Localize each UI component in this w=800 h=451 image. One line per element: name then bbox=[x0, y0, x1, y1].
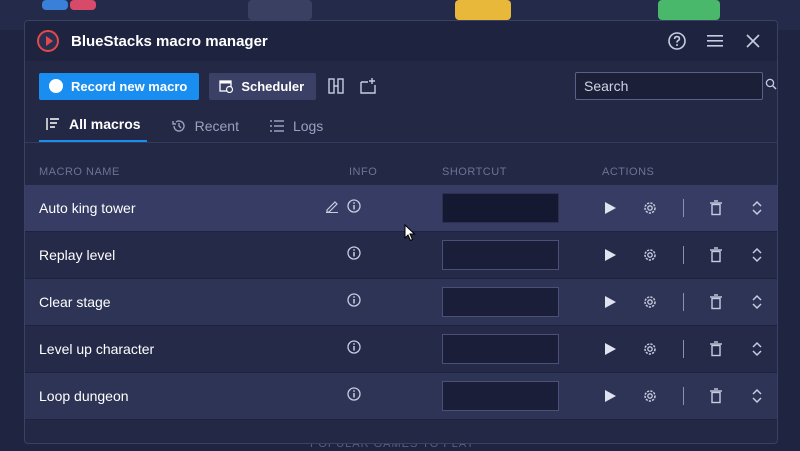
table-row[interactable]: Replay level bbox=[25, 232, 777, 279]
import-macro-icon[interactable] bbox=[324, 74, 348, 98]
gear-icon[interactable] bbox=[640, 245, 660, 265]
calendar-clock-icon bbox=[219, 79, 234, 93]
column-header-info: INFO bbox=[349, 166, 378, 178]
divider bbox=[683, 293, 684, 311]
info-icon[interactable] bbox=[347, 386, 361, 406]
gear-icon[interactable] bbox=[640, 198, 660, 218]
shortcut-input[interactable] bbox=[442, 193, 559, 223]
close-icon[interactable] bbox=[741, 29, 765, 53]
play-icon[interactable] bbox=[600, 292, 620, 312]
divider bbox=[683, 246, 684, 264]
record-new-macro-button[interactable]: Record new macro bbox=[39, 72, 200, 100]
trash-icon[interactable] bbox=[706, 339, 726, 359]
table-row[interactable]: Clear stage bbox=[25, 279, 777, 326]
reorder-chevrons-icon[interactable] bbox=[747, 245, 767, 265]
tab-recent[interactable]: Recent bbox=[165, 118, 245, 142]
search-input[interactable] bbox=[584, 78, 765, 94]
macro-name: Replay level bbox=[39, 247, 116, 263]
column-header-actions: ACTIONS bbox=[602, 166, 655, 178]
info-icon[interactable] bbox=[347, 198, 361, 218]
desktop-app-icon bbox=[70, 0, 96, 10]
scheduler-button[interactable]: Scheduler bbox=[209, 72, 317, 100]
divider bbox=[683, 387, 684, 405]
search-icon[interactable] bbox=[765, 77, 777, 95]
info-icon[interactable] bbox=[347, 245, 361, 265]
tab-label: All macros bbox=[69, 116, 141, 132]
desktop-app-icon bbox=[455, 0, 511, 20]
trash-icon[interactable] bbox=[706, 292, 726, 312]
tab-all-macros[interactable]: All macros bbox=[39, 116, 147, 142]
macro-list: Auto king tower Replay level Clear stage… bbox=[25, 185, 777, 420]
table-row[interactable]: Auto king tower bbox=[25, 185, 777, 232]
macro-name: Auto king tower bbox=[39, 200, 136, 216]
desktop-app-icon bbox=[248, 0, 312, 20]
macro-name: Loop dungeon bbox=[39, 388, 129, 404]
trash-icon[interactable] bbox=[706, 386, 726, 406]
reorder-chevrons-icon[interactable] bbox=[747, 198, 767, 218]
info-icon[interactable] bbox=[347, 339, 361, 359]
hamburger-icon[interactable] bbox=[703, 29, 727, 53]
play-icon[interactable] bbox=[600, 339, 620, 359]
shortcut-input[interactable] bbox=[442, 334, 559, 364]
reorder-chevrons-icon[interactable] bbox=[747, 292, 767, 312]
edit-pencil-icon[interactable] bbox=[325, 199, 339, 218]
column-header-shortcut: SHORTCUT bbox=[442, 166, 507, 178]
desktop-app-icon bbox=[42, 0, 68, 10]
reorder-chevrons-icon[interactable] bbox=[747, 339, 767, 359]
table-row[interactable]: Loop dungeon bbox=[25, 373, 777, 420]
macro-manager-window: BlueStacks macro manager Record new macr… bbox=[24, 20, 778, 444]
shortcut-input[interactable] bbox=[442, 381, 559, 411]
macro-name: Clear stage bbox=[39, 294, 111, 310]
tab-bar: All macros Recent Logs bbox=[25, 111, 777, 143]
divider bbox=[683, 199, 684, 217]
bluestacks-logo-icon bbox=[37, 30, 59, 52]
play-icon[interactable] bbox=[600, 245, 620, 265]
shortcut-input[interactable] bbox=[442, 287, 559, 317]
tab-label: Recent bbox=[194, 118, 239, 134]
shortcut-input[interactable] bbox=[442, 240, 559, 270]
table-header: MACRO NAME INFO SHORTCUT ACTIONS bbox=[25, 143, 777, 185]
column-header-macro-name: MACRO NAME bbox=[39, 166, 120, 178]
help-icon[interactable] bbox=[665, 29, 689, 53]
scheduler-button-label: Scheduler bbox=[241, 78, 305, 94]
divider bbox=[683, 340, 684, 358]
tab-label: Logs bbox=[292, 118, 324, 134]
play-icon[interactable] bbox=[600, 198, 620, 218]
mouse-cursor-icon bbox=[404, 223, 416, 247]
history-icon bbox=[171, 120, 185, 132]
gear-icon[interactable] bbox=[640, 386, 660, 406]
list-icon bbox=[269, 120, 284, 132]
trash-icon[interactable] bbox=[706, 245, 726, 265]
trash-icon[interactable] bbox=[706, 198, 726, 218]
macro-name: Level up character bbox=[39, 341, 155, 357]
window-title: BlueStacks macro manager bbox=[71, 32, 268, 50]
add-folder-icon[interactable] bbox=[356, 74, 380, 98]
gear-icon[interactable] bbox=[640, 339, 660, 359]
search-box[interactable] bbox=[575, 72, 777, 100]
list-filter-icon bbox=[46, 118, 59, 130]
toolbar: Record new macro Scheduler bbox=[25, 61, 777, 111]
tab-logs[interactable]: Logs bbox=[263, 118, 329, 142]
title-bar: BlueStacks macro manager bbox=[25, 21, 777, 61]
gear-icon[interactable] bbox=[640, 292, 660, 312]
record-icon bbox=[49, 79, 63, 93]
reorder-chevrons-icon[interactable] bbox=[747, 386, 767, 406]
record-button-label: Record new macro bbox=[71, 78, 188, 94]
play-icon[interactable] bbox=[600, 386, 620, 406]
table-row[interactable]: Level up character bbox=[25, 326, 777, 373]
info-icon[interactable] bbox=[347, 292, 361, 312]
desktop-app-icon bbox=[658, 0, 720, 20]
